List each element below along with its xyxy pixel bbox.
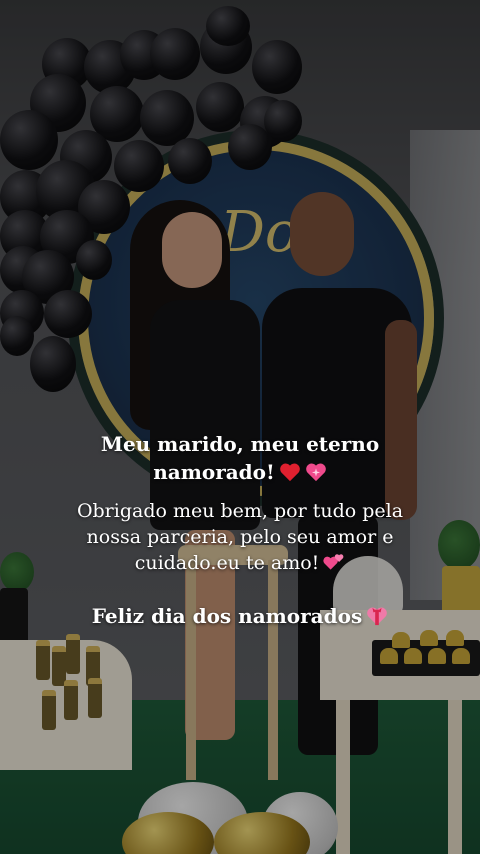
- caption-title: Meu marido, meu eterno namorado!: [0, 430, 480, 486]
- story-caption: Meu marido, meu eterno namorado! Obrigad…: [0, 430, 480, 630]
- red-heart-icon: [279, 463, 300, 482]
- story-photo: Dog: [0, 0, 480, 854]
- two-hearts-icon: [323, 554, 344, 570]
- heart-with-ribbon-icon: [367, 607, 388, 626]
- caption-body: Obrigado meu bem, por tudo pela nossa pa…: [0, 498, 480, 576]
- caption-title-text: Meu marido, meu eterno namorado!: [100, 432, 380, 484]
- sparkling-heart-icon: [305, 463, 326, 482]
- caption-footer-text: Feliz dia dos namorados: [91, 604, 363, 628]
- caption-footer: Feliz dia dos namorados: [0, 602, 480, 630]
- dim-overlay: [0, 0, 480, 854]
- caption-body-text: Obrigado meu bem, por tudo pela nossa pa…: [76, 500, 404, 574]
